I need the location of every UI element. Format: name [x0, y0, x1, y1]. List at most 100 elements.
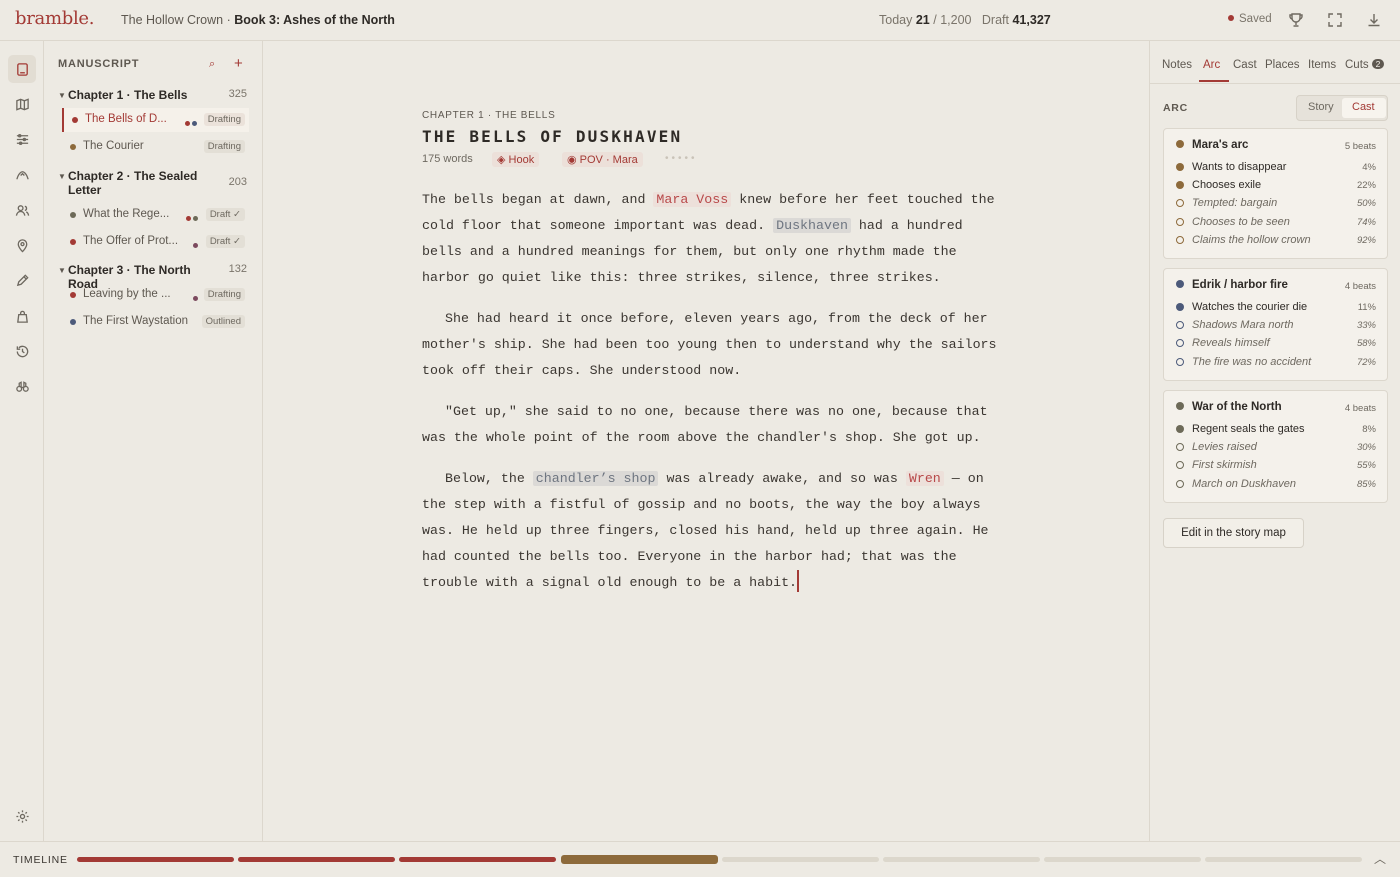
arc-title: Edrik / harbor fire	[1176, 279, 1288, 291]
beat-row[interactable]: First skirmish 55%	[1176, 459, 1376, 471]
word-count: 175 words	[422, 153, 473, 165]
toggle-story[interactable]: Story	[1308, 101, 1334, 113]
chevron-down-icon[interactable]: ▼	[58, 172, 68, 181]
chevron-down-icon[interactable]: ▼	[58, 91, 68, 100]
scene-item[interactable]: The Bells of D... Drafting	[62, 108, 249, 132]
beat-row[interactable]: Reveals himself 58%	[1176, 337, 1376, 349]
chapter-row[interactable]: ▼ Chapter 1 · The Bells 325	[58, 88, 258, 102]
chevron-up-icon[interactable]: ︿	[1374, 850, 1386, 867]
timeline-segment[interactable]	[77, 857, 234, 862]
rail-research[interactable]	[8, 372, 36, 400]
breadcrumb-separator: ·	[226, 13, 231, 27]
scene-item[interactable]: The Courier Drafting	[62, 135, 249, 159]
rail-history[interactable]	[8, 337, 36, 365]
prose-text: was already awake, and so was	[658, 471, 906, 486]
beat-row[interactable]: The fire was no accident 72%	[1176, 356, 1376, 368]
arc-color-dot	[1176, 140, 1184, 148]
arc-card[interactable]: War of the North 4 beats Regent seals th…	[1163, 390, 1388, 503]
beat-row[interactable]: Claims the hollow crown 92%	[1176, 234, 1376, 246]
series-title[interactable]: The Hollow Crown	[121, 13, 223, 27]
rail-map[interactable]	[8, 90, 36, 118]
beat-row[interactable]: Regent seals the gates 8%	[1176, 423, 1376, 435]
timeline-segment[interactable]	[1205, 857, 1362, 862]
scene-item[interactable]: What the Rege... Draft ✓	[62, 203, 249, 227]
brand-logo[interactable]: bramble.	[15, 8, 94, 29]
tab-notes[interactable]: Notes	[1162, 59, 1192, 71]
beat-row[interactable]: March on Duskhaven 85%	[1176, 478, 1376, 490]
place-mention[interactable]: chandler’s shop	[532, 471, 659, 486]
trophy-icon[interactable]	[1288, 12, 1304, 28]
beat-dot	[1176, 199, 1184, 207]
scene-item[interactable]: The First Waystation Outlined	[62, 310, 249, 334]
beat-percent: 58%	[1356, 338, 1376, 349]
rail-cast[interactable]	[8, 196, 36, 224]
beat-row[interactable]: Watches the courier die 11%	[1176, 301, 1376, 313]
timeline-segment-current[interactable]	[561, 855, 718, 864]
timeline-segment[interactable]	[399, 857, 556, 862]
pov-tag[interactable]: ◉ POV · Mara	[562, 152, 643, 167]
rail-settings[interactable]	[8, 802, 36, 830]
rail-pen[interactable]	[8, 266, 36, 294]
scene-item[interactable]: Leaving by the ... Drafting	[62, 283, 249, 307]
timeline-segment[interactable]	[238, 857, 395, 862]
tab-arc[interactable]: Arc	[1203, 59, 1220, 71]
beat-label: Watches the courier die	[1192, 301, 1308, 313]
beat-row[interactable]: Tempted: bargain 50%	[1176, 197, 1376, 209]
rail-arc[interactable]	[8, 161, 36, 189]
scene-status-badge: Drafting	[203, 140, 245, 153]
tab-cuts[interactable]: Cuts 2	[1345, 59, 1385, 71]
timeline-segment[interactable]	[1044, 857, 1201, 862]
beat-row[interactable]: Levies raised 30%	[1176, 441, 1376, 453]
tab-cast[interactable]: Cast	[1233, 59, 1257, 71]
hook-tag[interactable]: ◈ Hook	[492, 152, 540, 167]
beat-count: 4 beats	[1344, 281, 1376, 292]
arc-icon	[15, 170, 29, 179]
beat-row[interactable]: Chooses to be seen 74%	[1176, 216, 1376, 228]
edit-story-map-button[interactable]: Edit in the story map	[1163, 518, 1304, 548]
paragraph: The bells began at dawn, and Mara Voss k…	[422, 187, 997, 291]
rail-places[interactable]	[8, 231, 36, 259]
beat-dot	[1176, 321, 1184, 329]
beat-label: Tempted: bargain	[1192, 197, 1278, 209]
add-scene-button[interactable]: +	[234, 55, 243, 72]
timeline-label: TIMELINE	[13, 854, 68, 866]
toggle-cast[interactable]: Cast	[1352, 101, 1375, 113]
rail-settings-sliders[interactable]	[8, 125, 36, 153]
scene-color-dot	[70, 144, 76, 150]
beat-row[interactable]: Chooses exile 22%	[1176, 179, 1376, 191]
prose-text: — on the step with a fistful of gossip a…	[422, 471, 989, 590]
timeline-segment[interactable]	[883, 857, 1040, 862]
beat-percent: 30%	[1356, 442, 1376, 453]
manuscript-text[interactable]: The bells began at dawn, and Mara Voss k…	[422, 187, 997, 611]
chapter-row[interactable]: ▼ Chapter 2 · The Sealed Letter 203	[58, 169, 258, 197]
chevron-down-icon[interactable]: ▼	[58, 266, 68, 275]
fullscreen-icon[interactable]	[1327, 12, 1343, 28]
book-title[interactable]: Book 3: Ashes of the North	[234, 13, 395, 27]
beat-dot	[1176, 236, 1184, 244]
download-icon[interactable]	[1366, 12, 1382, 28]
beat-row[interactable]: Shadows Mara north 33%	[1176, 319, 1376, 331]
beat-dot	[1176, 443, 1184, 451]
daily-goal: 1,200	[940, 13, 972, 27]
beat-row[interactable]: Wants to disappear 4%	[1176, 161, 1376, 173]
more-tags-placeholder[interactable]: •••••	[665, 153, 698, 164]
timeline-segment[interactable]	[722, 857, 879, 862]
rail-items[interactable]	[8, 302, 36, 330]
place-mention[interactable]: Duskhaven	[773, 218, 851, 233]
editor-pane: CHAPTER 1 · THE BELLS THE BELLS OF DUSKH…	[264, 41, 1148, 841]
scene-item[interactable]: The Offer of Prot... Draft ✓	[62, 230, 249, 254]
arc-card[interactable]: Mara's arc 5 beats Wants to disappear 4% …	[1163, 128, 1388, 259]
character-mention[interactable]: Wren	[905, 471, 944, 486]
arc-card[interactable]: Edrik / harbor fire 4 beats Watches the …	[1163, 268, 1388, 381]
tab-items[interactable]: Items	[1308, 59, 1336, 71]
scene-heading[interactable]: THE BELLS OF DUSKHAVEN	[422, 127, 682, 146]
search-icon[interactable]: ⌕	[209, 58, 215, 71]
word-counters: Today 21 / 1,200 Draft 41,327	[879, 13, 1051, 27]
chapter-label: CHAPTER 1 · THE BELLS	[422, 110, 556, 121]
map-icon	[15, 97, 29, 111]
rail-manuscript[interactable]	[8, 55, 36, 83]
beat-dot	[1176, 181, 1184, 189]
tab-places[interactable]: Places	[1265, 59, 1300, 71]
character-mention[interactable]: Mara Voss	[653, 192, 732, 207]
pov-pips	[193, 239, 200, 251]
